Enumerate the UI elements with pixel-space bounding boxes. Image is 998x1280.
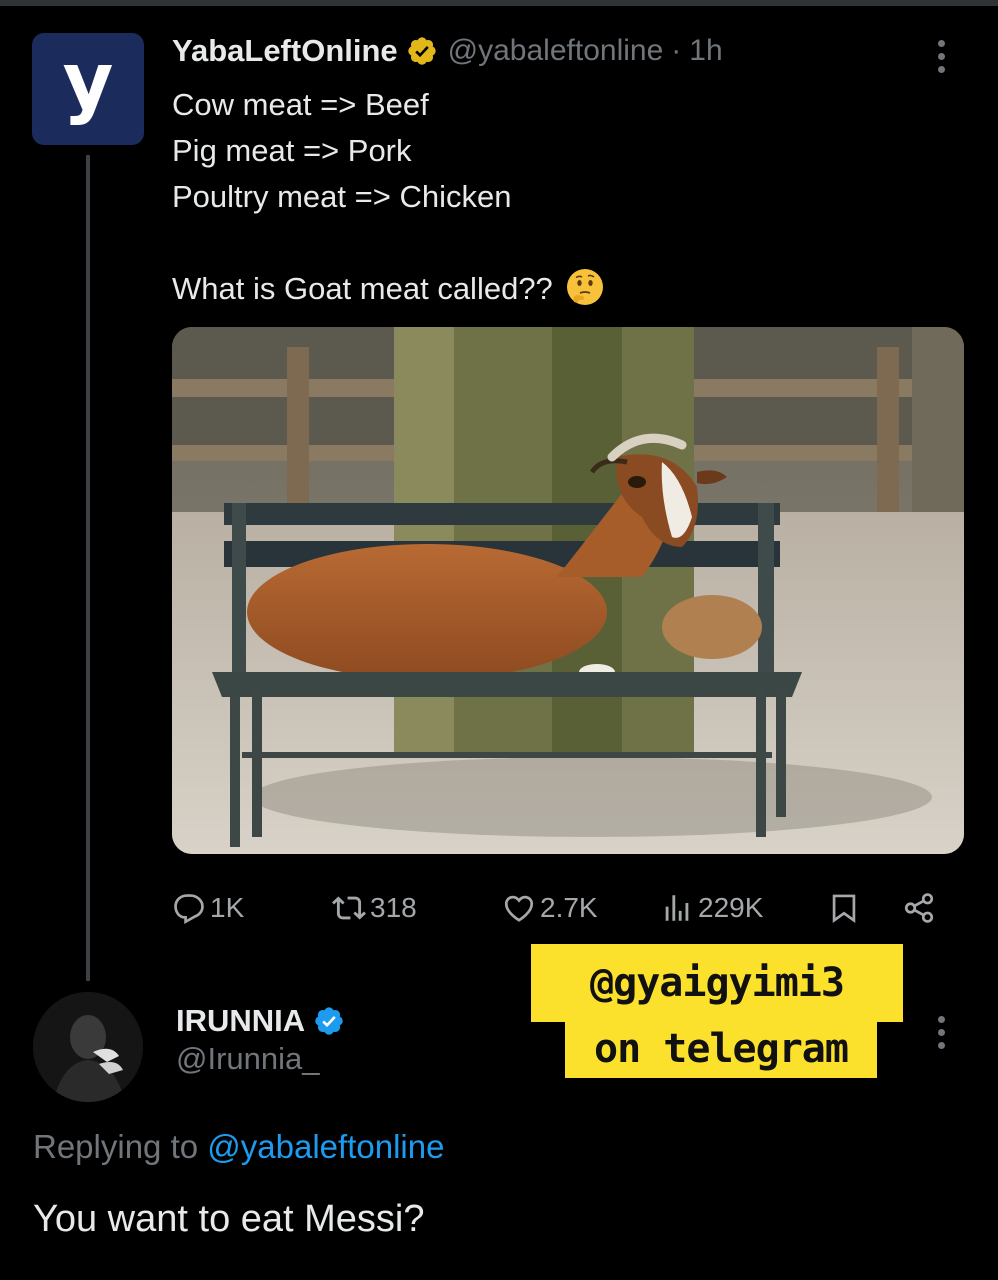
more-icon — [937, 40, 945, 47]
author-avatar[interactable]: y — [32, 33, 144, 145]
replying-to-line: Replying to @yabaleftonline — [33, 1128, 444, 1166]
author-handle[interactable]: @yabaleftonline — [448, 34, 664, 68]
tweet-question: What is Goat meat called?? — [172, 271, 553, 306]
verified-gold-icon — [408, 37, 436, 65]
replying-prefix: Replying to — [33, 1128, 199, 1165]
tweet-media-image[interactable] — [172, 327, 964, 854]
tweet-timestamp[interactable]: 1h — [689, 34, 722, 68]
author-name[interactable]: YabaLeftOnline — [172, 33, 398, 69]
separator-dot: · — [671, 34, 682, 67]
watermark-telegram: on telegram — [594, 1026, 849, 1072]
reply-author-handle[interactable]: @Irunnia_ — [176, 1041, 320, 1077]
bookmark-icon — [832, 894, 856, 923]
reply-author-name-row: IRUNNIA — [176, 1001, 345, 1041]
share-icon — [904, 893, 934, 923]
like-count: 2.7K — [540, 892, 598, 923]
replying-to-link[interactable]: @yabaleftonline — [207, 1128, 444, 1165]
avatar-photo — [33, 992, 143, 1102]
tweet-line: Pig meat => Pork — [172, 133, 412, 168]
reply-count: 1K — [210, 892, 245, 923]
thinking-face-emoji — [567, 269, 604, 305]
reply-author-avatar[interactable] — [33, 992, 143, 1102]
tweet-action-bar: 1K 318 2.7K 229K — [172, 884, 972, 932]
top-divider — [0, 0, 998, 6]
more-icon-dot — [937, 53, 945, 60]
reply-button[interactable]: 1K — [172, 884, 244, 932]
like-icon — [504, 895, 534, 922]
reply-more-options-button[interactable] — [930, 1016, 952, 1052]
repost-button[interactable]: 318 — [332, 884, 417, 932]
repost-icon — [332, 896, 366, 920]
watermark-handle: @gyaigyimi3 — [590, 960, 845, 1006]
views-icon — [665, 895, 689, 921]
avatar-letter: y — [62, 37, 114, 127]
more-icon-dot — [937, 1029, 945, 1036]
reply-author-name[interactable]: IRUNNIA — [176, 1003, 305, 1039]
more-icon — [937, 1016, 945, 1023]
thread-line — [86, 155, 90, 981]
repost-count: 318 — [370, 892, 417, 923]
bookmark-button[interactable] — [827, 884, 865, 932]
tweet-line: Cow meat => Beef — [172, 87, 429, 122]
views-count: 229K — [698, 892, 764, 923]
verified-blue-icon — [315, 1007, 343, 1035]
reply-icon — [174, 894, 204, 925]
more-icon-dot — [937, 66, 945, 73]
tweet-header: YabaLeftOnline @yabaleftonline · 1h — [172, 31, 723, 71]
share-button[interactable] — [902, 884, 940, 932]
tweet-question-line: What is Goat meat called?? — [172, 266, 604, 312]
like-button[interactable]: 2.7K — [502, 884, 598, 932]
tweet-body: Cow meat => Beef Pig meat => Pork Poultr… — [172, 82, 604, 312]
reply-body: You want to eat Messi? — [33, 1198, 425, 1240]
more-options-button[interactable] — [930, 40, 952, 76]
tweet-line: Poultry meat => Chicken — [172, 179, 512, 214]
views-button[interactable]: 229K — [660, 884, 763, 932]
more-icon-dot — [937, 1042, 945, 1049]
goat-on-bench-photo — [172, 327, 964, 854]
